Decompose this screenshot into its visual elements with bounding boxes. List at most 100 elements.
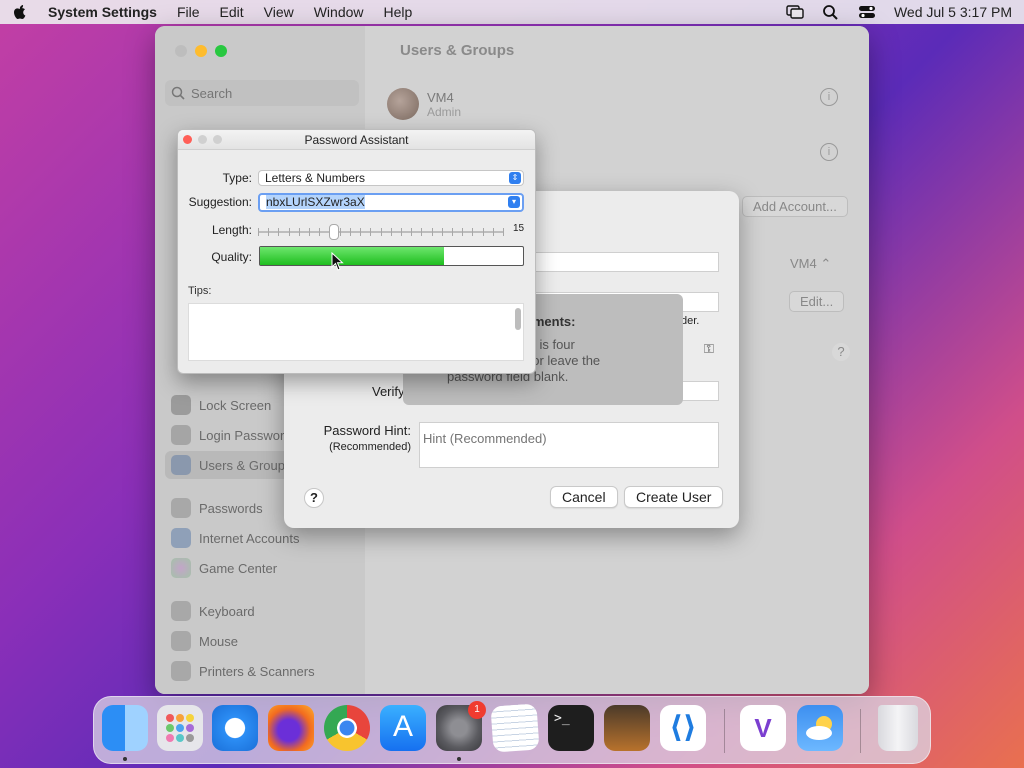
menu-help[interactable]: Help — [384, 4, 413, 20]
sidebar-item-label: Mouse — [199, 633, 239, 649]
info-icon[interactable]: i — [820, 143, 838, 161]
chrome-icon[interactable] — [324, 705, 370, 751]
help-button[interactable]: ? — [304, 488, 324, 508]
sidebar-item-game-center[interactable]: Game Center — [171, 558, 277, 578]
slider-tick — [472, 228, 474, 236]
safari-icon[interactable] — [212, 705, 258, 751]
textedit-icon[interactable] — [490, 703, 540, 753]
password-assistant-titlebar: Password Assistant — [178, 130, 535, 150]
sidebar-item-label: Lock Screen — [199, 397, 272, 413]
zoom-button[interactable] — [213, 135, 222, 144]
slider-tick — [492, 228, 494, 236]
slider-tick — [400, 228, 402, 236]
menu-clock[interactable]: Wed Jul 5 3:17 PM — [894, 4, 1012, 20]
slider-tick — [441, 228, 443, 236]
length-value: 15 — [513, 223, 525, 234]
sidebar-item-passwords[interactable]: Passwords — [171, 498, 263, 518]
sidebar-item-lock-screen[interactable]: Lock Screen — [171, 395, 271, 415]
terminal-icon[interactable]: >_ — [548, 705, 594, 751]
menu-view[interactable]: View — [264, 4, 294, 20]
sidebar-item-login-password[interactable]: Login Password — [171, 425, 292, 445]
help-button[interactable]: ? — [832, 343, 850, 361]
chevron-down-icon[interactable]: ▾ — [508, 196, 520, 208]
cancel-button[interactable]: Cancel — [550, 486, 618, 508]
visual-studio-icon[interactable]: V — [740, 705, 786, 751]
sidebar-item-mouse[interactable]: Mouse — [171, 631, 238, 651]
spotlight-search-icon[interactable] — [822, 4, 840, 20]
create-user-button[interactable]: Create User — [624, 486, 724, 508]
close-button[interactable] — [183, 135, 192, 144]
mouse-icon — [171, 631, 191, 651]
slider-tick — [421, 228, 423, 236]
suggestion-label: Suggestion: — [188, 195, 252, 209]
slider-tick — [268, 228, 270, 236]
dock-separator — [860, 709, 861, 753]
running-indicator — [123, 757, 127, 761]
scrollbar[interactable] — [515, 308, 521, 330]
user-info-icon[interactable]: i — [820, 88, 838, 106]
zoom-button[interactable] — [215, 45, 227, 57]
slider-tick — [309, 228, 311, 236]
lock-icon — [171, 395, 191, 415]
sidebar-item-printers-scanners[interactable]: Printers & Scanners — [171, 661, 315, 681]
folder-note: der. — [681, 315, 700, 327]
user-row[interactable]: VM4 Admin — [387, 88, 461, 120]
type-popup[interactable]: Letters & Numbers ⇕ — [258, 170, 524, 186]
length-slider[interactable] — [258, 224, 504, 240]
suggestion-value[interactable]: nbxLUrlSXZwr3aX — [266, 195, 365, 209]
apple-menu-icon[interactable] — [12, 4, 28, 20]
slider-tick — [360, 228, 362, 236]
minimize-button[interactable] — [198, 135, 207, 144]
sidebar-item-label: Game Center — [199, 560, 278, 576]
suggestion-combo[interactable]: nbxLUrlSXZwr3aX ▾ — [258, 193, 524, 212]
autologin-select[interactable]: VM4 ⌃ — [790, 256, 831, 272]
app-menu[interactable]: System Settings — [48, 4, 157, 20]
launchpad-icon[interactable] — [157, 705, 203, 751]
quality-fill — [260, 247, 445, 265]
slider-tick — [390, 228, 392, 236]
search-input[interactable] — [191, 85, 341, 101]
sidebar-item-label: Login Password — [199, 427, 292, 443]
autologin-value: VM4 — [790, 256, 817, 271]
window-title: Users & Groups — [400, 42, 515, 59]
game-center-icon — [171, 558, 191, 578]
sidebar-item-internet-accounts[interactable]: Internet Accounts — [171, 528, 299, 548]
finder-icon[interactable] — [102, 705, 148, 751]
sidebar-item-keyboard[interactable]: Keyboard — [171, 601, 255, 621]
firefox-icon[interactable] — [268, 705, 314, 751]
slider-tick — [288, 228, 290, 236]
sidebar-item-label: Keyboard — [199, 603, 255, 619]
minimize-button[interactable] — [195, 45, 207, 57]
garageband-icon[interactable] — [604, 705, 650, 751]
user-name: VM4 — [427, 89, 454, 105]
notification-badge: 1 — [468, 701, 486, 719]
slider-tick — [278, 228, 280, 236]
search-field[interactable] — [165, 80, 359, 106]
app-store-icon[interactable]: A — [380, 705, 426, 751]
slider-tick — [482, 228, 484, 236]
edit-button[interactable]: Edit... — [789, 291, 845, 312]
trash-icon[interactable] — [878, 705, 918, 751]
menu-window[interactable]: Window — [314, 4, 364, 20]
menu-file[interactable]: File — [177, 4, 200, 20]
slider-tick — [380, 228, 382, 236]
slider-tick — [451, 228, 453, 236]
slider-tick — [349, 228, 351, 236]
screen-mirroring-icon[interactable] — [786, 4, 804, 20]
weather-icon[interactable] — [797, 705, 843, 751]
vscode-icon[interactable]: ⟨⟩ — [660, 705, 706, 751]
full-name-field[interactable] — [529, 252, 719, 272]
close-button[interactable] — [175, 45, 187, 57]
sidebar-item-label: Passwords — [199, 500, 263, 516]
control-center-icon[interactable] — [858, 4, 876, 20]
add-account-button[interactable]: Add Account... — [742, 196, 848, 217]
tips-textbox[interactable] — [188, 303, 524, 361]
lock-icon — [171, 425, 191, 445]
slider-tick — [339, 228, 341, 236]
system-settings-icon[interactable]: 1 — [436, 701, 486, 751]
password-key-icon[interactable]: ⚿ — [704, 341, 714, 357]
password-hint-input[interactable] — [419, 422, 719, 468]
key-icon — [171, 498, 191, 518]
avatar — [387, 88, 419, 120]
menu-edit[interactable]: Edit — [220, 4, 244, 20]
